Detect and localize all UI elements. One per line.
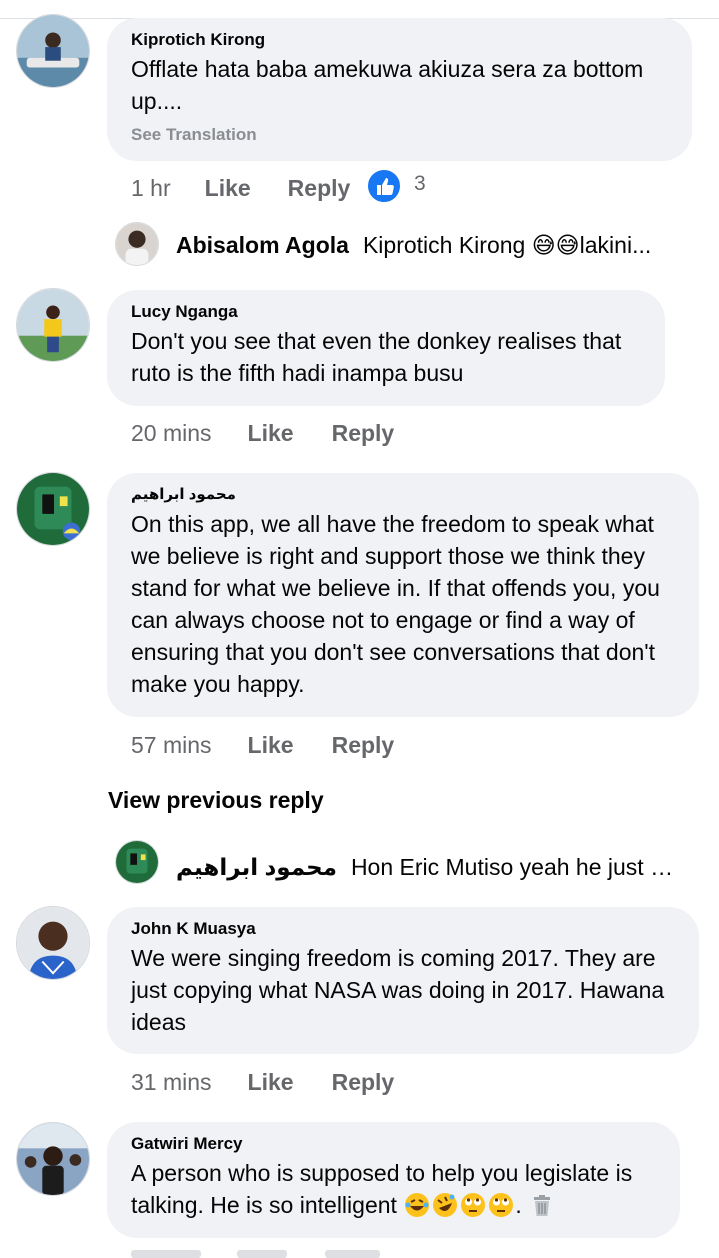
comment-actions: 1 hr Like Reply	[131, 175, 350, 202]
reaction-count[interactable]: 3	[414, 172, 426, 196]
comment-author[interactable]: John K Muasya	[131, 918, 675, 940]
view-previous-reply-link[interactable]: View previous reply	[108, 787, 324, 814]
reply-preview[interactable]: Abisalom Agola Kiprotich Kirong 😅😅lakini…	[176, 232, 686, 259]
green-machine-avatar	[116, 841, 158, 883]
person-avatar-icon	[116, 223, 158, 265]
comment-time[interactable]: 57 mins	[131, 732, 212, 759]
reply-button-cut[interactable]	[325, 1250, 380, 1258]
comment-time[interactable]: 20 mins	[131, 420, 212, 447]
comment-text-main: A person who is supposed to help you leg…	[131, 1160, 633, 1218]
see-translation-link[interactable]: See Translation	[131, 125, 668, 145]
comment-time[interactable]: 31 mins	[131, 1069, 212, 1096]
comment-text: We were singing freedom is coming 2017. …	[131, 945, 665, 1035]
reply-button[interactable]: Reply	[332, 732, 395, 759]
comment-time[interactable]: 1 hr	[131, 175, 171, 202]
comment-bubble: Lucy Nganga Don't you see that even the …	[107, 290, 665, 406]
comment-actions: 31 mins Like Reply	[131, 1069, 394, 1096]
reply-author[interactable]: Abisalom Agola	[176, 232, 349, 259]
avatar[interactable]	[16, 14, 90, 88]
avatar[interactable]	[16, 1122, 90, 1196]
comment-time-cut[interactable]	[131, 1250, 201, 1258]
comment-text: Don't you see that even the donkey reali…	[131, 328, 622, 386]
person-on-boat-avatar	[17, 15, 89, 87]
like-button-cut[interactable]	[237, 1250, 287, 1258]
comment-text: A person who is supposed to help you leg…	[131, 1157, 656, 1221]
rolling-laughing-emoji	[433, 1193, 458, 1217]
eye-roll-emoji	[461, 1193, 486, 1217]
man-portrait-avatar	[17, 907, 89, 979]
reply-author[interactable]: محمود ابراهيم	[176, 854, 337, 881]
eye-roll-emoji	[489, 1193, 514, 1217]
reply-preview-text: Hon Eric Mutiso yeah he just del...	[350, 854, 676, 880]
person-in-yellow-avatar	[17, 289, 89, 361]
like-button[interactable]: Like	[248, 420, 294, 447]
comment-bubble: Kiprotich Kirong Offlate hata baba ameku…	[107, 18, 692, 161]
laughing-tears-emoji	[405, 1193, 430, 1217]
reply-button[interactable]: Reply	[332, 420, 395, 447]
comment-actions	[131, 1250, 380, 1258]
reply-button[interactable]: Reply	[288, 175, 351, 202]
avatar[interactable]	[115, 840, 159, 884]
comment-author[interactable]: Kiprotich Kirong	[131, 29, 668, 51]
avatar[interactable]	[16, 472, 90, 546]
comment-author[interactable]: محمود ابراهيم	[131, 484, 675, 506]
comment-bubble: John K Muasya We were singing freedom is…	[107, 907, 699, 1054]
reply-preview-text: Kiprotich Kirong 😅😅lakini...	[362, 232, 652, 258]
avatar[interactable]	[16, 288, 90, 362]
comment-author[interactable]: Gatwiri Mercy	[131, 1133, 656, 1155]
comment-actions: 57 mins Like Reply	[131, 732, 394, 759]
comment-bubble: Gatwiri Mercy A person who is supposed t…	[107, 1122, 680, 1238]
green-machine-avatar	[17, 473, 89, 545]
like-button[interactable]: Like	[248, 732, 294, 759]
avatar[interactable]	[16, 906, 90, 980]
comment-text: On this app, we all have the freedom to …	[131, 511, 660, 697]
like-button[interactable]: Like	[248, 1069, 294, 1096]
comment-text-suffix: .	[515, 1192, 529, 1218]
comment-text: Offlate hata baba amekuwa akiuza sera za…	[131, 56, 644, 114]
avatar[interactable]	[115, 222, 159, 266]
comment-bubble: محمود ابراهيم On this app, we all have t…	[107, 473, 699, 717]
reply-preview[interactable]: محمود ابراهيم Hon Eric Mutiso yeah he ju…	[176, 854, 676, 881]
comment-author[interactable]: Lucy Nganga	[131, 301, 641, 323]
trash-can-emoji	[534, 1195, 551, 1216]
like-button[interactable]: Like	[205, 175, 251, 202]
like-reaction-icon[interactable]	[366, 168, 402, 204]
reply-button[interactable]: Reply	[332, 1069, 395, 1096]
comment-actions: 20 mins Like Reply	[131, 420, 394, 447]
woman-crowd-avatar	[17, 1123, 89, 1195]
